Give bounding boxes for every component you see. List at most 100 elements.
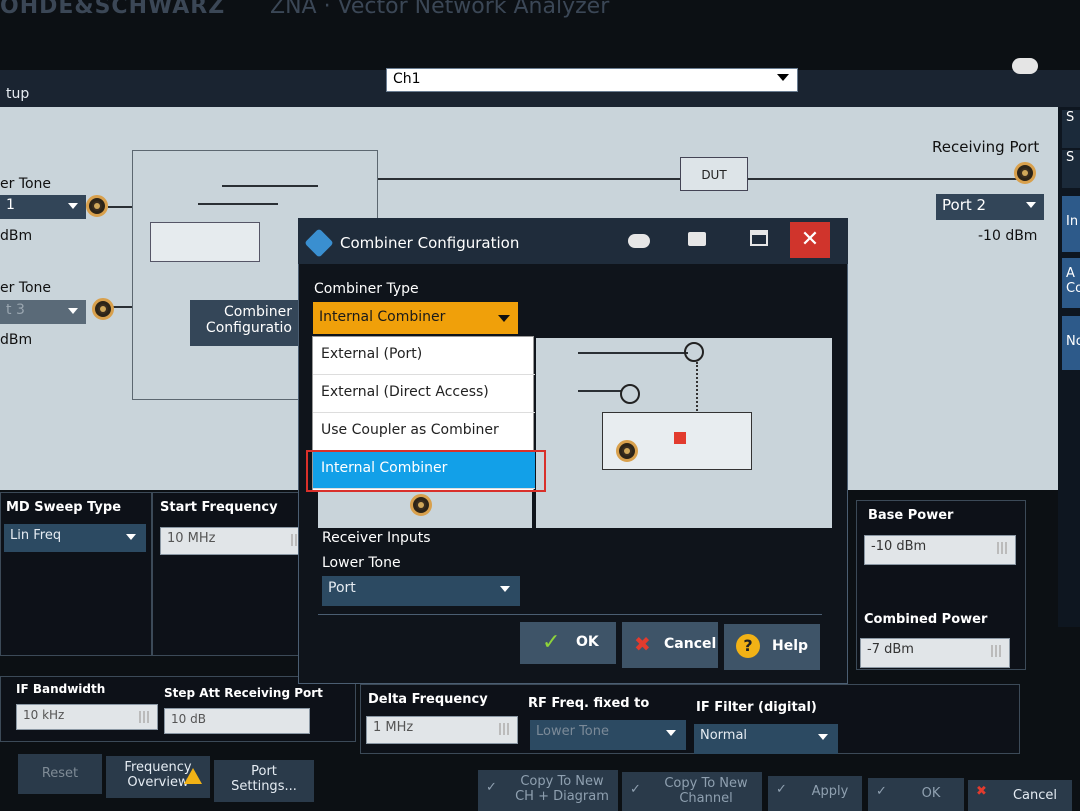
signal-line	[578, 390, 622, 392]
combiner-type-select[interactable]: Internal Combiner	[313, 302, 518, 334]
chevron-down-icon	[1026, 202, 1036, 208]
signal-source-icon	[684, 342, 704, 362]
check-icon: ✓	[542, 630, 561, 655]
camera-icon[interactable]	[688, 232, 706, 246]
if-bandwidth-field[interactable]: 10 kHz	[16, 704, 158, 730]
help-icon: ?	[736, 634, 760, 658]
maximize-icon[interactable]	[750, 230, 768, 246]
receiving-port-select[interactable]: Port 2	[936, 194, 1044, 220]
toggle-icon[interactable]	[1012, 58, 1038, 74]
keypad-icon[interactable]	[139, 711, 151, 723]
port-settings-button[interactable]: Port Settings...	[214, 760, 314, 802]
ok-button[interactable]: ✓ OK	[868, 778, 964, 811]
step-att-field[interactable]: 10 dB	[164, 708, 310, 734]
sidebar-tab-4[interactable]: A Co	[1062, 258, 1080, 308]
receiving-port-label: Receiving Port	[932, 138, 1040, 156]
rf-fixed-label: RF Freq. fixed to	[528, 696, 650, 711]
lower-tone-power: dBm	[0, 228, 33, 244]
combiner-config-line2: Configuratio	[205, 320, 292, 336]
channel-select[interactable]: Ch1	[386, 68, 798, 92]
if-bandwidth-label: IF Bandwidth	[16, 682, 106, 696]
warning-icon	[184, 768, 202, 784]
sidebar-tab-5[interactable]: No	[1062, 316, 1080, 370]
sweep-type-select[interactable]: Lin Freq	[4, 524, 146, 552]
lower-tone-select[interactable]: Port	[322, 576, 520, 606]
delta-frequency-label: Delta Frequency	[368, 692, 488, 707]
selection-highlight	[306, 450, 546, 492]
combiner-configuration-button[interactable]: Combiner Configuratio	[190, 300, 298, 346]
ok-label: OK	[921, 786, 941, 801]
copy-to-new-ch-diagram-button[interactable]: ✓ Copy To New CH + Diagram	[478, 770, 618, 811]
copy-channel-line1: Copy To New	[664, 776, 748, 791]
combiner-type-value: Internal Combiner	[319, 309, 446, 325]
port-settings-line2: Settings...	[231, 779, 297, 794]
lower-tone-port-select[interactable]: 1	[0, 195, 86, 219]
apply-button[interactable]: ✓ Apply	[768, 776, 862, 811]
chevron-down-icon	[777, 74, 789, 81]
combined-power-value: -7 dBm	[867, 642, 914, 657]
combined-power-field[interactable]: -7 dBm	[860, 638, 1010, 668]
option-external-direct-access[interactable]: External (Direct Access)	[313, 375, 535, 413]
receiving-port-power: -10 dBm	[978, 228, 1038, 244]
keypad-icon[interactable]	[991, 645, 1003, 657]
signal-line	[198, 203, 278, 205]
receiving-port-value: Port 2	[942, 196, 987, 214]
internal-combiner-marker-icon	[674, 432, 686, 444]
channel-select-value: Ch1	[393, 71, 421, 87]
signal-source-icon	[620, 384, 640, 404]
if-filter-select[interactable]: Normal	[694, 724, 838, 754]
if-filter-value: Normal	[700, 728, 748, 743]
reset-button[interactable]: Reset	[18, 754, 102, 794]
port-connector-icon	[616, 440, 638, 462]
sidebar-tab-1[interactable]: S	[1062, 110, 1080, 148]
chevron-down-icon	[126, 534, 136, 540]
sweep-type-panel	[0, 492, 152, 656]
delta-frequency-value: 1 MHz	[373, 720, 414, 735]
frequency-overview-button[interactable]: Frequency Overview	[106, 756, 210, 798]
sweep-type-value: Lin Freq	[10, 528, 62, 543]
divider	[318, 614, 822, 615]
dialog-ok-label: OK	[576, 634, 599, 650]
copy-channel-line2: Channel	[679, 791, 733, 806]
dut-box: DUT	[680, 157, 748, 191]
upper-tone-label: er Tone	[0, 280, 52, 296]
check-icon: ✓	[776, 782, 787, 797]
rf-fixed-value: Lower Tone	[536, 724, 609, 739]
dialog-help-button[interactable]: ? Help	[724, 624, 820, 670]
start-frequency-panel	[152, 492, 312, 656]
dialog-ok-button[interactable]: ✓ OK	[520, 622, 616, 664]
delta-frequency-field[interactable]: 1 MHz	[366, 716, 518, 744]
close-icon: ✖	[634, 632, 651, 656]
check-icon: ✓	[876, 784, 887, 799]
port-connector-icon	[1014, 162, 1036, 184]
copy-to-new-channel-button[interactable]: ✓ Copy To New Channel	[622, 772, 762, 811]
check-icon: ✓	[486, 780, 497, 795]
cancel-button[interactable]: ✖ Cancel	[968, 780, 1072, 811]
start-frequency-field[interactable]: 10 MHz	[160, 527, 310, 555]
dialog-close-button[interactable]: ✕	[790, 222, 830, 258]
combined-power-label: Combined Power	[864, 612, 988, 627]
dotted-line	[696, 362, 698, 414]
rf-fixed-select[interactable]: Lower Tone	[530, 720, 686, 750]
keypad-icon[interactable]	[997, 542, 1009, 554]
base-power-label: Base Power	[868, 508, 954, 523]
port-connector-icon	[410, 494, 432, 516]
upper-tone-power: dBm	[0, 332, 33, 348]
dialog-help-label: Help	[772, 638, 809, 654]
instrument-front-panel-icon	[150, 222, 260, 262]
base-power-field[interactable]: -10 dBm	[864, 535, 1016, 565]
sidebar-tab-2[interactable]: S	[1062, 150, 1080, 188]
keypad-icon[interactable]	[499, 723, 511, 735]
dialog-cancel-button[interactable]: ✖ Cancel	[622, 622, 718, 668]
sidebar-tab-3[interactable]: In	[1062, 196, 1080, 252]
toggle-icon[interactable]	[628, 234, 650, 248]
close-icon: ✖	[976, 784, 987, 799]
signal-line	[378, 178, 680, 180]
option-external-port[interactable]: External (Port)	[313, 337, 535, 375]
chevron-down-icon	[666, 730, 676, 736]
chevron-down-icon	[500, 586, 510, 592]
upper-tone-port-select[interactable]: t 3	[0, 300, 86, 324]
option-use-coupler[interactable]: Use Coupler as Combiner	[313, 413, 535, 451]
signal-line	[222, 185, 318, 187]
setup-title: tup	[6, 86, 30, 102]
